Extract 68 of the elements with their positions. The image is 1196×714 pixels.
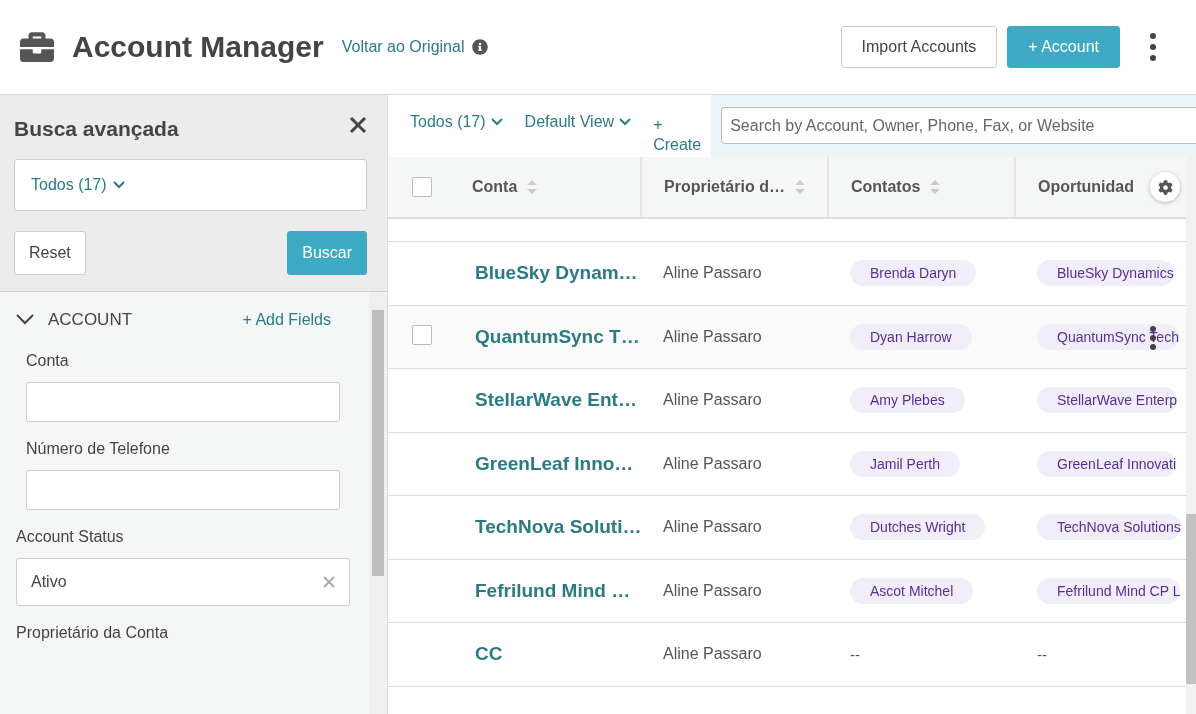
create-link[interactable]: + Create (653, 115, 702, 155)
account-link[interactable]: StellarWave Ent… (450, 389, 640, 412)
opportunity-tag[interactable]: QuantumSync Tech (1037, 323, 1179, 350)
table-cell-text: Aline Passaro (662, 391, 763, 410)
sort-icon[interactable] (930, 180, 941, 194)
account-link[interactable]: Fefrilund Mind … (450, 579, 640, 602)
settings-icon[interactable] (1150, 172, 1180, 202)
chevron-down-icon (619, 118, 632, 126)
back-link[interactable]: Voltar ao Original (341, 38, 465, 56)
panel-title: Busca avançada (14, 117, 179, 141)
import-button[interactable]: Import Accounts (840, 26, 998, 68)
input-field[interactable] (26, 470, 340, 510)
field-label: Account Status (16, 528, 125, 546)
chevron-down-icon (16, 314, 34, 326)
account-link[interactable]: GreenLeaf Inno… (450, 452, 640, 475)
chevron-down-icon (112, 181, 125, 189)
info-icon[interactable] (472, 39, 489, 55)
field-label: Proprietário da Conta (16, 624, 170, 642)
sort-icon[interactable] (794, 180, 805, 194)
checkbox[interactable] (412, 177, 432, 197)
table-cell-text: -- (1036, 645, 1048, 663)
clear-icon[interactable] (323, 576, 335, 588)
view-dropdown[interactable]: Default View (524, 113, 632, 131)
contact-tag[interactable]: Dyan Harrow (850, 323, 972, 350)
field-label: Número de Telefone (26, 440, 171, 458)
contact-tag[interactable]: Amy Plebes (850, 387, 965, 414)
chevron-down-icon (490, 118, 503, 126)
field-label: Conta (26, 352, 70, 370)
contact-tag[interactable]: Brenda Daryn (850, 260, 977, 287)
contact-tag[interactable]: Ascot Mitchel (850, 577, 974, 604)
section-header[interactable]: ACCOUNT (16, 310, 133, 330)
account-link[interactable]: TechNova Soluti… (450, 516, 640, 539)
column-header[interactable]: Conta (472, 178, 518, 196)
table-cell-text: Aline Passaro (662, 581, 763, 600)
account-link[interactable]: QuantumSync T… (450, 325, 640, 348)
contact-tag[interactable]: Dutches Wright (850, 514, 986, 541)
contact-tag[interactable]: Jamil Perth (850, 450, 961, 477)
input-field[interactable] (26, 382, 340, 422)
table-cell-text: Aline Passaro (662, 264, 763, 283)
column-header[interactable]: Proprietário d… (664, 178, 785, 196)
table-row[interactable]: QuantumSync T… Aline Passaro Dyan Harrow QuantumSync Tech (388, 305, 1186, 369)
opportunity-tag[interactable]: TechNova Solutions (1037, 514, 1181, 541)
view-dropdown[interactable]: Todos (17) (14, 159, 367, 211)
column-header[interactable]: Contatos (851, 178, 921, 196)
opportunity-tag[interactable]: GreenLeaf Innovati (1037, 450, 1177, 477)
more-icon[interactable] (1150, 33, 1156, 61)
account-link[interactable]: CC (450, 643, 640, 666)
sort-icon[interactable] (527, 180, 538, 194)
select-field[interactable]: Ativo (16, 558, 350, 606)
page-title: Account Manager (72, 30, 324, 64)
opportunity-tag[interactable]: StellarWave Enterp (1037, 387, 1178, 414)
briefcase-icon (20, 30, 54, 64)
table-cell-text: Aline Passaro (662, 645, 763, 664)
search-field[interactable]: Search by Account, Owner, Phone, Fax, or Website (721, 107, 1196, 144)
scrollbar-thumb[interactable] (1186, 514, 1196, 684)
opportunity-tag[interactable]: Fefrilund Mind CP L (1037, 577, 1181, 604)
opportunity-tag[interactable]: BlueSky Dynamics (1037, 260, 1174, 287)
filter-dropdown[interactable]: Todos (17) (410, 113, 503, 131)
checkbox[interactable] (412, 324, 432, 345)
reset-button[interactable]: Reset (14, 231, 86, 275)
scrollbar-thumb[interactable] (372, 310, 384, 576)
table-cell-text: Aline Passaro (662, 518, 763, 537)
account-link[interactable]: BlueSky Dynam… (450, 262, 640, 285)
table-cell-text: Aline Passaro (662, 327, 763, 346)
table-cell-text: -- (849, 645, 861, 663)
table-cell-text: Aline Passaro (662, 454, 763, 473)
add-fields-link[interactable]: + Add Fields (242, 311, 331, 329)
column-header[interactable]: Oportunidad (1038, 178, 1134, 196)
